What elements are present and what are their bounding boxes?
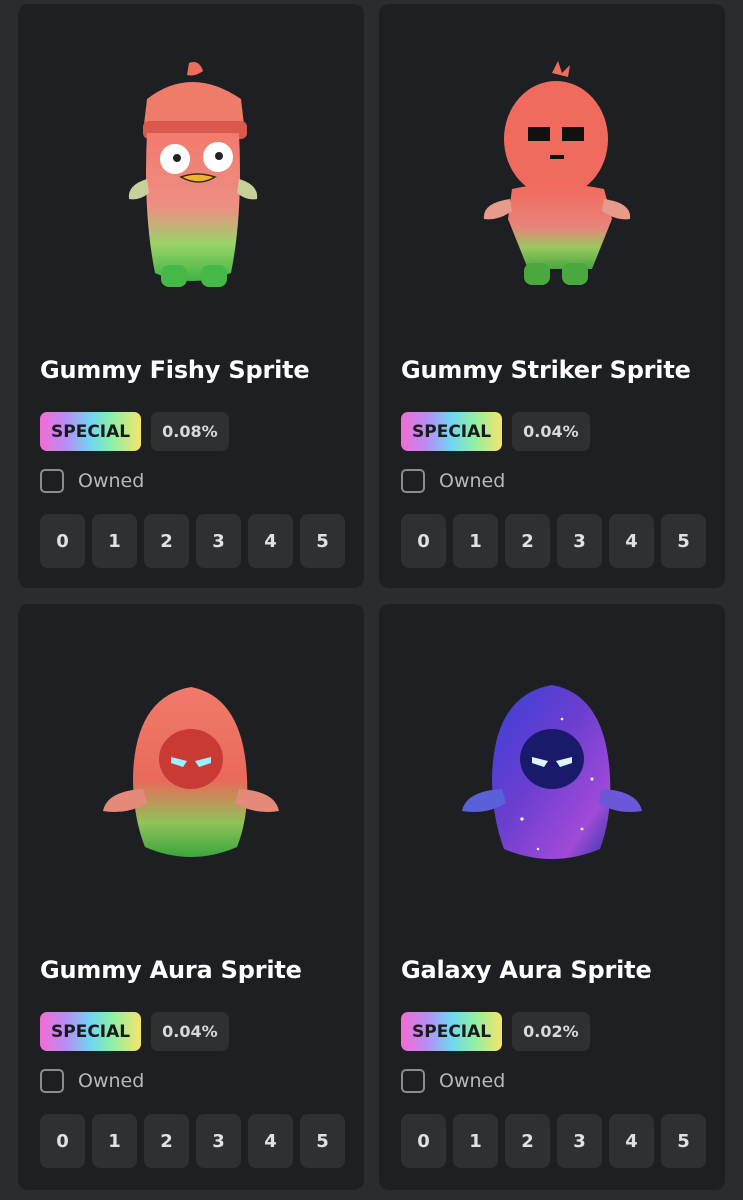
sprite-image-gummy-fishy [18,4,364,354]
sprite-grid: Gummy Fishy Sprite SPECIAL 0.08% Owned 0… [0,0,743,1200]
sprite-badges: SPECIAL 0.08% [40,412,229,451]
level-button-1[interactable]: 1 [92,1114,137,1168]
level-button-0[interactable]: 0 [40,514,85,568]
level-selector: 0 1 2 3 4 5 [401,514,706,568]
sprite-image-galaxy-aura [379,604,725,954]
level-button-3[interactable]: 3 [557,1114,602,1168]
level-button-5[interactable]: 5 [300,1114,345,1168]
owned-checkbox[interactable] [401,469,425,493]
level-button-4[interactable]: 4 [248,514,293,568]
level-button-0[interactable]: 0 [40,1114,85,1168]
level-button-3[interactable]: 3 [196,1114,241,1168]
level-selector: 0 1 2 3 4 5 [40,1114,345,1168]
sprite-name: Gummy Fishy Sprite [40,356,310,384]
level-selector: 0 1 2 3 4 5 [401,1114,706,1168]
level-selector: 0 1 2 3 4 5 [40,514,345,568]
sprite-name: Galaxy Aura Sprite [401,956,652,984]
level-button-5[interactable]: 5 [661,514,706,568]
owned-label: Owned [439,1070,506,1092]
sprite-badges: SPECIAL 0.04% [401,412,590,451]
sprite-card: Gummy Aura Sprite SPECIAL 0.04% Owned 0 … [18,604,364,1190]
level-button-1[interactable]: 1 [453,514,498,568]
sprite-image-gummy-striker [379,4,725,354]
sprite-badges: SPECIAL 0.02% [401,1012,590,1051]
level-button-1[interactable]: 1 [453,1114,498,1168]
special-badge: SPECIAL [40,1012,142,1051]
special-badge: SPECIAL [401,412,503,451]
owned-checkbox[interactable] [40,469,64,493]
sprite-image-gummy-aura [18,604,364,954]
owned-label: Owned [78,1070,145,1092]
level-button-0[interactable]: 0 [401,1114,446,1168]
sprite-name: Gummy Aura Sprite [40,956,302,984]
owned-checkbox[interactable] [40,1069,64,1093]
sprite-card: Gummy Fishy Sprite SPECIAL 0.08% Owned 0… [18,4,364,588]
drop-chance-badge: 0.08% [151,412,229,451]
level-button-3[interactable]: 3 [196,514,241,568]
drop-chance-badge: 0.04% [151,1012,229,1051]
drop-chance-badge: 0.04% [512,412,590,451]
owned-toggle[interactable]: Owned [40,469,144,493]
level-button-0[interactable]: 0 [401,514,446,568]
sprite-card: Gummy Striker Sprite SPECIAL 0.04% Owned… [379,4,725,588]
level-button-2[interactable]: 2 [144,1114,189,1168]
level-button-4[interactable]: 4 [609,514,654,568]
drop-chance-badge: 0.02% [512,1012,590,1051]
level-button-2[interactable]: 2 [505,514,550,568]
owned-toggle[interactable]: Owned [401,1069,505,1093]
level-button-2[interactable]: 2 [144,514,189,568]
special-badge: SPECIAL [401,1012,503,1051]
level-button-3[interactable]: 3 [557,514,602,568]
owned-label: Owned [78,470,145,492]
special-badge: SPECIAL [40,412,142,451]
level-button-5[interactable]: 5 [661,1114,706,1168]
owned-toggle[interactable]: Owned [401,469,505,493]
level-button-2[interactable]: 2 [505,1114,550,1168]
owned-checkbox[interactable] [401,1069,425,1093]
level-button-1[interactable]: 1 [92,514,137,568]
level-button-4[interactable]: 4 [609,1114,654,1168]
sprite-card: Galaxy Aura Sprite SPECIAL 0.02% Owned 0… [379,604,725,1190]
level-button-4[interactable]: 4 [248,1114,293,1168]
owned-toggle[interactable]: Owned [40,1069,144,1093]
level-button-5[interactable]: 5 [300,514,345,568]
sprite-name: Gummy Striker Sprite [401,356,691,384]
owned-label: Owned [439,470,506,492]
sprite-badges: SPECIAL 0.04% [40,1012,229,1051]
